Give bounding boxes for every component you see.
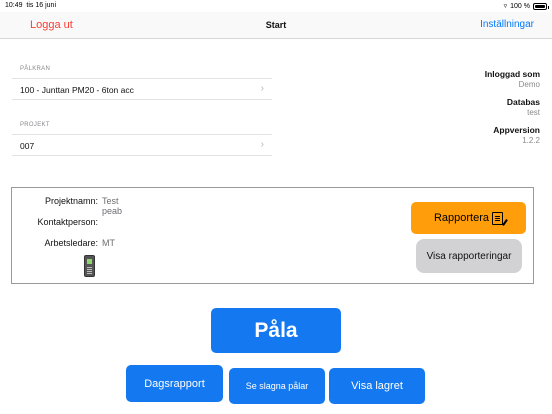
pala-button[interactable]: Påla (211, 308, 341, 353)
projekt-row[interactable]: 007 › (12, 134, 272, 156)
settings-button[interactable]: Inställningar (480, 19, 534, 30)
battery-percent: 100 % (510, 2, 530, 10)
document-edit-icon (492, 211, 504, 225)
contact-label: Kontaktperson: (37, 217, 98, 227)
show-reports-button[interactable]: Visa rapporteringar (416, 239, 522, 273)
status-time: 10:49 tis 16 juni (5, 2, 56, 9)
database-info: Databas test (507, 97, 540, 117)
show-stock-button[interactable]: Visa lagret (329, 368, 425, 404)
chevron-right-icon: › (260, 139, 264, 150)
project-name-value: Test peab (102, 196, 123, 216)
palkran-value: 100 - Junttan PM20 - 6ton acc (20, 85, 134, 95)
section-label-palkran: PÅLKRAN (20, 66, 51, 72)
database-value: test (527, 108, 540, 117)
database-label: Databas (506, 97, 540, 107)
supervisor-label: Arbetsledare: (44, 238, 98, 248)
navigation-bar: Logga ut Start Inställningar (0, 12, 552, 39)
section-label-projekt: PROJEKT (20, 122, 50, 128)
logged-in-label: Inloggad som (484, 69, 540, 79)
page-title: Start (265, 20, 287, 30)
chevron-right-icon: › (260, 83, 264, 94)
projekt-value: 007 (20, 141, 35, 151)
status-bar: 10:49 tis 16 juni ▿ 100 % (0, 0, 552, 12)
project-name-label: Projektnamn: (44, 196, 98, 206)
app-version-label: Appversion (493, 125, 540, 135)
logged-in-value: Demo (518, 80, 540, 89)
phone-icon[interactable] (84, 255, 95, 277)
app-version-info: Appversion 1.2.2 (493, 125, 540, 145)
battery-icon (533, 2, 549, 10)
logged-in-info: Inloggad som Demo (485, 69, 540, 89)
wifi-icon: ▿ (503, 3, 508, 10)
project-details-panel: Projektnamn: Test peab Kontaktperson: Ar… (11, 187, 534, 284)
status-right: ▿ 100 % (503, 2, 549, 10)
supervisor-value: MT (102, 238, 115, 248)
app-version-value: 1.2.2 (522, 136, 540, 145)
daily-report-button[interactable]: Dagsrapport (126, 365, 223, 402)
driven-piles-button[interactable]: Se slagna pålar (229, 368, 325, 404)
palkran-row[interactable]: 100 - Junttan PM20 - 6ton acc › (12, 78, 272, 100)
report-button-label: Rapportera (433, 212, 490, 224)
report-button[interactable]: Rapportera (411, 202, 526, 234)
